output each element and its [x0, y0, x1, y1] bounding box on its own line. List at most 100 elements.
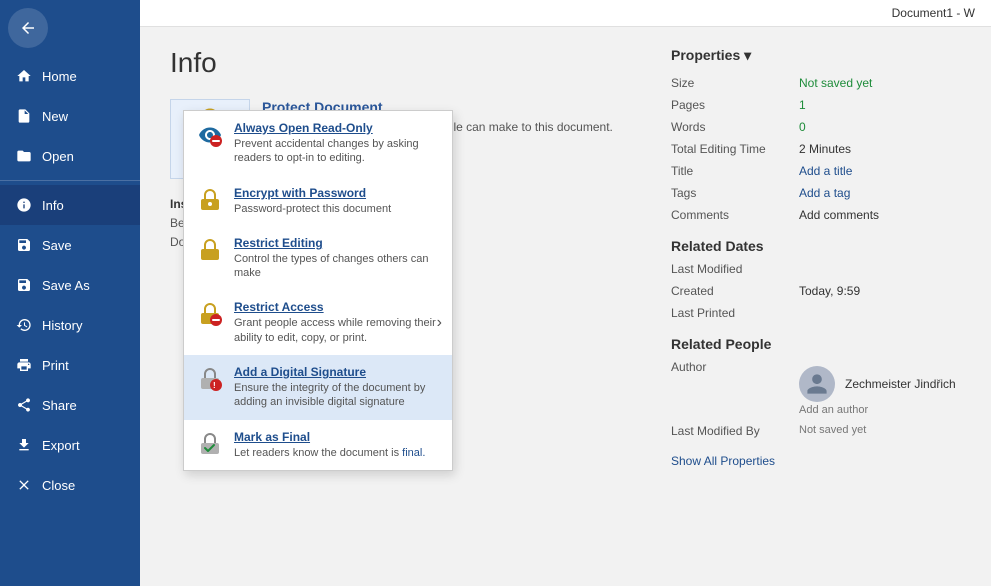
sidebar-item-info-label: Info	[42, 198, 64, 213]
mark-final-title: Mark as Final	[234, 430, 425, 444]
sidebar-item-export-label: Export	[42, 438, 80, 453]
prop-tags-label: Tags	[671, 186, 791, 200]
prop-created-value: Today, 9:59	[799, 284, 860, 298]
content-area: Info ProtectDocument ▾	[140, 27, 991, 586]
mark-final-desc: Let readers know the document is final.	[234, 446, 425, 460]
always-open-title: Always Open Read-Only	[234, 121, 440, 135]
digital-signature-text: Add a Digital Signature Ensure the integ…	[234, 365, 440, 410]
sidebar-item-save-label: Save	[42, 238, 72, 253]
encrypt-text: Encrypt with Password Password-protect t…	[234, 186, 391, 216]
restrict-editing-title: Restrict Editing	[234, 236, 440, 250]
sidebar-item-close[interactable]: Close	[0, 465, 140, 505]
author-row: Zechmeister Jindřich	[799, 366, 956, 402]
prop-title-label: Title	[671, 164, 791, 178]
prop-last-modified-label: Last Modified	[671, 262, 791, 276]
back-button[interactable]	[8, 8, 48, 48]
print-icon	[16, 357, 32, 373]
prop-editing-time-label: Total Editing Time	[671, 142, 791, 156]
digital-signature-icon: !	[196, 365, 224, 393]
encrypt-icon	[196, 186, 224, 214]
dropdown-item-always-open[interactable]: Always Open Read-Only Prevent accidental…	[184, 111, 452, 176]
share-icon	[16, 397, 32, 413]
prop-last-modified-by-label: Last Modified By	[671, 424, 791, 438]
prop-words-value: 0	[799, 120, 806, 134]
title-bar-text: Document1 - W	[892, 6, 975, 20]
restrict-editing-icon	[196, 236, 224, 264]
page-title: Info	[170, 47, 641, 79]
show-all-properties-link[interactable]: Show All Properties	[671, 454, 775, 468]
sidebar-item-new-label: New	[42, 109, 68, 124]
prop-size-value: Not saved yet	[799, 76, 872, 90]
prop-comments-label: Comments	[671, 208, 791, 222]
sidebar-nav: Home New Open Info Save Save As	[0, 56, 140, 586]
prop-row-editing-time: Total Editing Time 2 Minutes	[671, 142, 961, 156]
sidebar-item-info[interactable]: Info	[0, 185, 140, 225]
main-content: Document1 - W Info P	[140, 0, 991, 586]
prop-pages-value: 1	[799, 98, 806, 112]
protect-dropdown-menu: Always Open Read-Only Prevent accidental…	[183, 110, 453, 471]
related-dates-title: Related Dates	[671, 238, 961, 254]
sidebar-item-history-label: History	[42, 318, 82, 333]
dropdown-item-restrict-editing[interactable]: Restrict Editing Control the types of ch…	[184, 226, 452, 291]
prop-row-author: Author Zechmeister Jindřich Add an autho…	[671, 360, 961, 416]
author-name: Zechmeister Jindřich	[845, 377, 956, 391]
dropdown-item-encrypt[interactable]: Encrypt with Password Password-protect t…	[184, 176, 452, 226]
prop-pages-label: Pages	[671, 98, 791, 112]
digital-signature-desc: Ensure the integrity of the document by …	[234, 381, 440, 410]
prop-row-pages: Pages 1	[671, 98, 961, 112]
info-icon	[16, 197, 32, 213]
always-open-icon	[196, 121, 224, 149]
encrypt-title: Encrypt with Password	[234, 186, 391, 200]
prop-size-label: Size	[671, 76, 791, 90]
sidebar-item-new[interactable]: New	[0, 96, 140, 136]
prop-created-label: Created	[671, 284, 791, 298]
save-icon	[16, 237, 32, 253]
svg-text:!: !	[213, 381, 216, 390]
prop-row-last-printed: Last Printed	[671, 306, 961, 320]
always-open-desc: Prevent accidental changes by asking rea…	[234, 137, 440, 166]
prop-row-tags: Tags Add a tag	[671, 186, 961, 200]
prop-row-last-modified-by: Last Modified By Not saved yet	[671, 424, 961, 438]
sidebar-item-open[interactable]: Open	[0, 136, 140, 176]
dropdown-item-digital-signature[interactable]: ! Add a Digital Signature Ensure the int…	[184, 355, 452, 420]
sidebar-item-export[interactable]: Export	[0, 425, 140, 465]
prop-words-label: Words	[671, 120, 791, 134]
home-icon	[16, 68, 32, 84]
prop-row-size: Size Not saved yet	[671, 76, 961, 90]
saveas-icon	[16, 277, 32, 293]
add-author-link[interactable]: Add an author	[799, 404, 956, 416]
history-icon	[16, 317, 32, 333]
prop-author-label: Author	[671, 360, 791, 374]
restrict-access-desc: Grant people access while removing their…	[234, 316, 440, 345]
related-people-title: Related People	[671, 336, 961, 352]
sidebar-item-history[interactable]: History	[0, 305, 140, 345]
prop-title-value[interactable]: Add a title	[799, 164, 852, 178]
mark-final-icon	[196, 430, 224, 458]
properties-panel: Properties ▾ Size Not saved yet Pages 1 …	[671, 47, 961, 566]
avatar-person-icon	[805, 372, 829, 396]
open-icon	[16, 148, 32, 164]
prop-last-printed-label: Last Printed	[671, 306, 791, 320]
prop-editing-time-value: 2 Minutes	[799, 142, 851, 156]
restrict-access-title: Restrict Access	[234, 300, 440, 314]
dropdown-item-mark-final[interactable]: Mark as Final Let readers know the docum…	[184, 420, 452, 470]
mark-final-text: Mark as Final Let readers know the docum…	[234, 430, 425, 460]
sidebar-close-icon	[16, 477, 32, 493]
prop-tags-value[interactable]: Add a tag	[799, 186, 850, 200]
sidebar-item-home-label: Home	[42, 69, 77, 84]
sidebar-item-saveas[interactable]: Save As	[0, 265, 140, 305]
prop-row-title: Title Add a title	[671, 164, 961, 178]
prop-row-last-modified: Last Modified	[671, 262, 961, 276]
sidebar-item-print[interactable]: Print	[0, 345, 140, 385]
info-section: Info ProtectDocument ▾	[170, 47, 641, 566]
sidebar-item-save[interactable]: Save	[0, 225, 140, 265]
sidebar-item-print-label: Print	[42, 358, 69, 373]
sidebar: Home New Open Info Save Save As	[0, 0, 140, 586]
sidebar-item-close-label: Close	[42, 478, 75, 493]
sidebar-item-home[interactable]: Home	[0, 56, 140, 96]
new-icon	[16, 108, 32, 124]
sidebar-item-share[interactable]: Share	[0, 385, 140, 425]
prop-comments-value: Add comments	[799, 208, 879, 222]
dropdown-item-restrict-access[interactable]: Restrict Access Grant people access whil…	[184, 290, 452, 355]
always-open-text: Always Open Read-Only Prevent accidental…	[234, 121, 440, 166]
